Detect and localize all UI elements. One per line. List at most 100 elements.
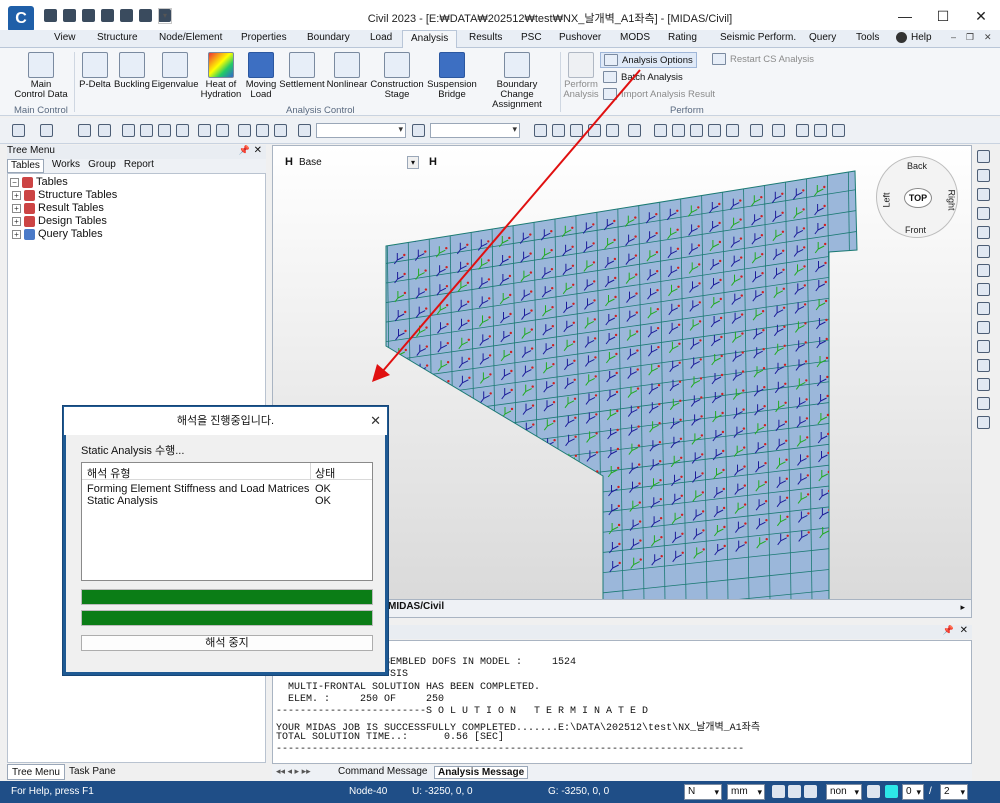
buckling-button[interactable]: Buckling: [113, 52, 151, 90]
toolbar-icon[interactable]: [98, 124, 111, 137]
app-logo[interactable]: C: [8, 6, 34, 32]
tree-item-query-tables[interactable]: + Query Tables: [12, 228, 103, 240]
close-icon[interactable]: ✕: [254, 145, 262, 156]
tab-structure[interactable]: Structure: [97, 32, 138, 43]
collapse-icon[interactable]: −: [10, 177, 19, 187]
tree-item-design-tables[interactable]: + Design Tables: [12, 215, 107, 227]
perform-analysis-button[interactable]: Perform Analysis: [563, 52, 599, 100]
tab-rating[interactable]: Rating: [668, 32, 697, 43]
print-icon[interactable]: [120, 9, 133, 22]
construction-stage-button[interactable]: Construction Stage: [369, 52, 425, 100]
toolbar-icon[interactable]: [534, 124, 547, 137]
select-icon[interactable]: [122, 124, 135, 137]
pan-icon[interactable]: [977, 226, 990, 239]
tab-analysis[interactable]: Analysis: [402, 30, 458, 49]
help-icon[interactable]: [867, 785, 880, 798]
toolbar-icon[interactable]: [274, 124, 287, 137]
iso-view-icon[interactable]: [977, 283, 990, 296]
column-status[interactable]: 상태: [315, 465, 335, 481]
selection-dropdown[interactable]: [316, 123, 406, 138]
display-icon[interactable]: [977, 416, 990, 429]
toolbar-icon[interactable]: [78, 124, 91, 137]
toolbar-icon[interactable]: [708, 124, 721, 137]
tab-tree-menu[interactable]: Tree Menu: [7, 764, 65, 780]
unselect-icon[interactable]: [198, 124, 211, 137]
save-as-icon[interactable]: [101, 9, 114, 22]
view-top[interactable]: TOP: [904, 188, 932, 208]
view-cube[interactable]: Back Left Right Front TOP: [876, 156, 958, 238]
toolbar-icon[interactable]: [570, 124, 583, 137]
moving-load-button[interactable]: Moving Load: [243, 52, 279, 100]
window-select-icon[interactable]: [140, 124, 153, 137]
close-icon[interactable]: ✕: [960, 625, 968, 636]
filter-select[interactable]: non: [826, 784, 862, 800]
tab-works[interactable]: Works: [52, 159, 80, 173]
node-number-icon[interactable]: [750, 124, 763, 137]
tab-tools[interactable]: Tools: [856, 32, 879, 43]
element-number-icon[interactable]: [772, 124, 785, 137]
toolbar-icon[interactable]: [552, 124, 565, 137]
toolbar-icon[interactable]: [672, 124, 685, 137]
tab-properties[interactable]: Properties: [241, 32, 287, 43]
snap-icon[interactable]: [772, 785, 785, 798]
tab-seismic-perform[interactable]: Seismic Perform.: [720, 32, 796, 43]
ribbon-restore-icon[interactable]: ❐: [966, 32, 974, 43]
play-icon[interactable]: [804, 785, 817, 798]
force-unit-select[interactable]: N: [684, 784, 722, 800]
forward-arrow-icon[interactable]: [40, 124, 53, 137]
tab-mods[interactable]: MODS: [620, 32, 650, 43]
nonlinear-button[interactable]: Nonlinear: [326, 52, 368, 90]
toolbar-icon[interactable]: [412, 124, 425, 137]
view-front[interactable]: Front: [905, 225, 926, 235]
close-button[interactable]: ✕: [962, 0, 1000, 32]
selection-dropdown[interactable]: [430, 123, 520, 138]
open-file-icon[interactable]: [63, 9, 76, 22]
view-right[interactable]: Right: [947, 189, 957, 210]
page-current-field[interactable]: 0: [902, 784, 924, 800]
tab-task-pane[interactable]: Task Pane: [65, 764, 120, 780]
dialog-close-icon[interactable]: ✕: [370, 407, 381, 435]
color-swatch[interactable]: [885, 785, 898, 798]
tree-item-structure-tables[interactable]: + Structure Tables: [12, 189, 117, 201]
column-divider[interactable]: [310, 463, 311, 480]
new-file-icon[interactable]: [44, 9, 57, 22]
suspension-bridge-button[interactable]: Suspension Bridge: [426, 52, 478, 100]
scroll-right-icon[interactable]: ▸: [960, 602, 965, 613]
tab-query[interactable]: Query: [809, 32, 836, 43]
dynamic-view-icon[interactable]: [977, 264, 990, 277]
pin-icon[interactable]: 📌: [239, 145, 250, 156]
tree-item-result-tables[interactable]: + Result Tables: [12, 202, 104, 214]
ribbon-minimize-icon[interactable]: –: [951, 32, 956, 42]
lock-icon[interactable]: [814, 124, 827, 137]
length-unit-select[interactable]: mm: [727, 784, 765, 800]
tab-boundary[interactable]: Boundary: [307, 32, 350, 43]
expand-icon[interactable]: +: [12, 229, 21, 239]
tree-root[interactable]: − Tables: [10, 176, 68, 188]
zoom-window-icon[interactable]: [977, 150, 990, 163]
toolbar-icon[interactable]: [690, 124, 703, 137]
expand-icon[interactable]: +: [12, 203, 21, 213]
boundary-change-assignment-button[interactable]: Boundary Change Assignment: [479, 52, 555, 110]
ribbon-close-icon[interactable]: ✕: [984, 32, 992, 43]
restart-cs-analysis-button[interactable]: Restart CS Analysis: [712, 53, 814, 65]
analysis-options-button[interactable]: Analysis Options: [600, 52, 697, 68]
tab-results[interactable]: Results: [469, 32, 502, 43]
tab-nav-icon[interactable]: ◂◂ ◂ ▸ ▸▸: [276, 766, 311, 777]
tab-tables[interactable]: Tables: [7, 159, 44, 173]
toolbar-icon[interactable]: [788, 785, 801, 798]
toolbar-icon[interactable]: [588, 124, 601, 137]
zoom-out-icon[interactable]: [977, 188, 990, 201]
maximize-button[interactable]: ☐: [924, 0, 962, 32]
settlement-button[interactable]: Settlement: [279, 52, 325, 90]
tab-command-message[interactable]: Command Message: [338, 766, 427, 777]
right-view-icon[interactable]: [977, 359, 990, 372]
view-left[interactable]: Left: [882, 192, 892, 207]
rotate-icon[interactable]: [977, 245, 990, 258]
toolbar-icon[interactable]: [216, 124, 229, 137]
perspective-icon[interactable]: [977, 397, 990, 410]
left-view-icon[interactable]: [977, 340, 990, 353]
toolbar-icon[interactable]: [796, 124, 809, 137]
tab-node-element[interactable]: Node/Element: [159, 32, 222, 43]
view-back[interactable]: Back: [907, 161, 927, 171]
minimize-button[interactable]: —: [886, 0, 924, 32]
